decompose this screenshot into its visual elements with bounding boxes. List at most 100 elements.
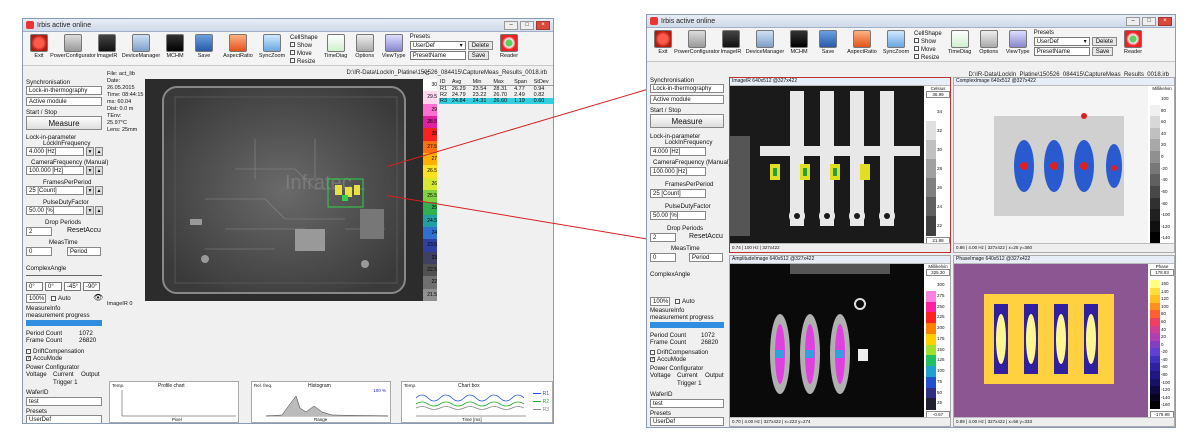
- cellshape-move-box[interactable]: [290, 50, 295, 55]
- panel-image[interactable]: [730, 86, 924, 244]
- auto-checkbox-box[interactable]: [675, 298, 680, 304]
- cellshape-move-checkbox[interactable]: Move: [290, 50, 318, 58]
- drift-checkbox-box[interactable]: [650, 349, 655, 355]
- complex-image-panel[interactable]: ComplexImage 640x512 @327x422 Millikelvin…: [953, 77, 1175, 253]
- maximize-button[interactable]: □: [520, 20, 534, 30]
- mchm-button[interactable]: MCHM: [162, 34, 188, 59]
- wafer-input[interactable]: test: [26, 397, 102, 406]
- preset-name-input[interactable]: PresetName: [409, 51, 466, 60]
- auto-checkbox-box[interactable]: [51, 295, 56, 301]
- sync-mode-select[interactable]: Lock-in-thermography: [26, 86, 102, 95]
- period-select[interactable]: Period: [689, 253, 723, 262]
- wafer-input[interactable]: test: [650, 399, 724, 408]
- camera-freq-down[interactable]: ▼: [86, 166, 94, 175]
- profile-chart[interactable]: Profile chart Temp. Pixel: [109, 381, 239, 423]
- reset-accu-button[interactable]: ResetAccu: [689, 233, 723, 240]
- imageir-button[interactable]: ImageIR: [718, 30, 744, 55]
- cellshape-resize-box[interactable]: [290, 58, 295, 63]
- auto-checkbox[interactable]: Auto: [675, 298, 695, 305]
- auto-checkbox[interactable]: Auto: [51, 295, 71, 302]
- sync-mode-select[interactable]: Lock-in-thermography: [650, 84, 724, 93]
- frames-input[interactable]: 25 [Count]: [650, 189, 706, 198]
- minimize-button[interactable]: –: [504, 20, 518, 30]
- camera-freq-input[interactable]: 100.000 [Hz]: [650, 167, 706, 176]
- synczoom-button[interactable]: SyncZoom: [883, 30, 909, 55]
- thermal-image[interactable]: Infratec: [145, 79, 423, 301]
- delete-preset-button[interactable]: Delete: [1091, 37, 1118, 46]
- camera-freq-input[interactable]: 100.000 [Hz]: [26, 166, 84, 175]
- reader-button[interactable]: Reader: [496, 34, 522, 59]
- cellshape-show-checkbox[interactable]: Show: [290, 42, 318, 50]
- reset-accu-button[interactable]: ResetAccu: [67, 227, 101, 234]
- cellshape-show-box[interactable]: [914, 38, 919, 43]
- timediag-button[interactable]: TimeDiag: [947, 30, 973, 55]
- frames-down[interactable]: ▼: [86, 186, 94, 195]
- viewtype-button[interactable]: ViewType: [381, 34, 407, 59]
- pulse-up[interactable]: ▲: [95, 206, 103, 215]
- minimize-button[interactable]: –: [1126, 16, 1140, 26]
- options-button[interactable]: Options: [352, 34, 378, 59]
- timediag-button[interactable]: TimeDiag: [323, 34, 349, 59]
- cellshape-move-checkbox[interactable]: Move: [914, 46, 942, 54]
- zoom-select[interactable]: 100%: [650, 297, 670, 306]
- table-row[interactable]: R3 24.84 24.31 26.60 1.19 0.60: [439, 98, 553, 104]
- presets-select[interactable]: UserDef: [650, 417, 724, 426]
- drift-checkbox[interactable]: DriftCompensation: [650, 349, 708, 356]
- panel-image[interactable]: [954, 264, 1148, 418]
- lockin-freq-input[interactable]: 4.000 [Hz]: [26, 147, 84, 156]
- exit-button[interactable]: Exit: [650, 30, 676, 55]
- measure-button[interactable]: Measure: [26, 116, 102, 130]
- cellshape-show-checkbox[interactable]: Show: [914, 38, 942, 46]
- cellshape-show-box[interactable]: [290, 42, 295, 47]
- cellshape-resize-box[interactable]: [914, 54, 919, 59]
- cellshape-resize-checkbox[interactable]: Resize: [914, 54, 942, 62]
- module-select[interactable]: Active module: [650, 95, 724, 104]
- presets-dropdown[interactable]: UserDef ▾: [1033, 37, 1090, 46]
- pulse-down[interactable]: ▼: [86, 206, 94, 215]
- pulse-input[interactable]: 50.00 [%]: [26, 206, 84, 215]
- save-button[interactable]: Save: [815, 30, 841, 55]
- panel-image[interactable]: [954, 86, 1148, 244]
- accu-checkbox[interactable]: AccuMode: [26, 355, 62, 362]
- reader-button[interactable]: Reader: [1120, 30, 1146, 55]
- lockin-freq-input[interactable]: 4.000 [Hz]: [650, 147, 706, 156]
- mchm-button[interactable]: MCHM: [786, 30, 812, 55]
- imageir-panel[interactable]: ImageIR 640x512 @327x422 Celsius 36.99 34 32…: [729, 77, 951, 253]
- phase-image-panel[interactable]: PhaseImage 640x512 @327x422 Phase 178.93 16…: [953, 255, 1175, 427]
- angle-preset-0[interactable]: 0°: [26, 282, 43, 291]
- angle-preset-2[interactable]: -45°: [64, 282, 81, 291]
- module-select[interactable]: Active module: [26, 97, 102, 106]
- devicemanager-button[interactable]: DeviceManager: [746, 30, 784, 55]
- panel-image[interactable]: [730, 264, 924, 418]
- imageir-button[interactable]: ImageIR: [94, 34, 120, 59]
- accu-checkbox-box[interactable]: [26, 355, 31, 361]
- powerconfigurator-button[interactable]: PowerConfigurator: [674, 30, 720, 55]
- save-preset-button[interactable]: Save: [1091, 47, 1114, 56]
- frames-input[interactable]: 25 [Count]: [26, 186, 84, 195]
- synczoom-button[interactable]: SyncZoom: [259, 34, 285, 59]
- period-select[interactable]: Period: [67, 247, 101, 256]
- zoom-select[interactable]: 100%: [26, 294, 46, 303]
- frames-up[interactable]: ▲: [95, 186, 103, 195]
- meastime-input[interactable]: 0: [26, 247, 52, 256]
- drop-periods-input[interactable]: 2: [650, 233, 676, 242]
- pulse-input[interactable]: 50.00 [%]: [650, 211, 706, 220]
- drop-periods-input[interactable]: 2: [26, 227, 52, 236]
- amplitude-image-panel[interactable]: AmplitudeImage 640x512 @327x422 Millikelv…: [729, 255, 951, 427]
- drift-checkbox[interactable]: DriftCompensation: [26, 348, 84, 355]
- delete-preset-button[interactable]: Delete: [467, 41, 494, 50]
- lockin-freq-down[interactable]: ▼: [86, 147, 94, 156]
- accu-checkbox[interactable]: AccuMode: [650, 356, 686, 363]
- measure-button[interactable]: Measure: [650, 114, 724, 128]
- powerconfigurator-button[interactable]: PowerConfigurator: [50, 34, 96, 59]
- presets-select[interactable]: UserDef: [26, 415, 102, 423]
- angle-preset-3[interactable]: -90°: [83, 282, 100, 291]
- save-button[interactable]: Save: [191, 34, 217, 59]
- presets-dropdown[interactable]: UserDef ▾: [409, 41, 466, 50]
- maximize-button[interactable]: □: [1142, 16, 1156, 26]
- devicemanager-button[interactable]: DeviceManager: [122, 34, 160, 59]
- accu-checkbox-box[interactable]: [650, 356, 655, 362]
- drift-checkbox-box[interactable]: [26, 348, 31, 354]
- close-button[interactable]: ×: [1158, 16, 1172, 26]
- viewtype-button[interactable]: ViewType: [1005, 30, 1031, 55]
